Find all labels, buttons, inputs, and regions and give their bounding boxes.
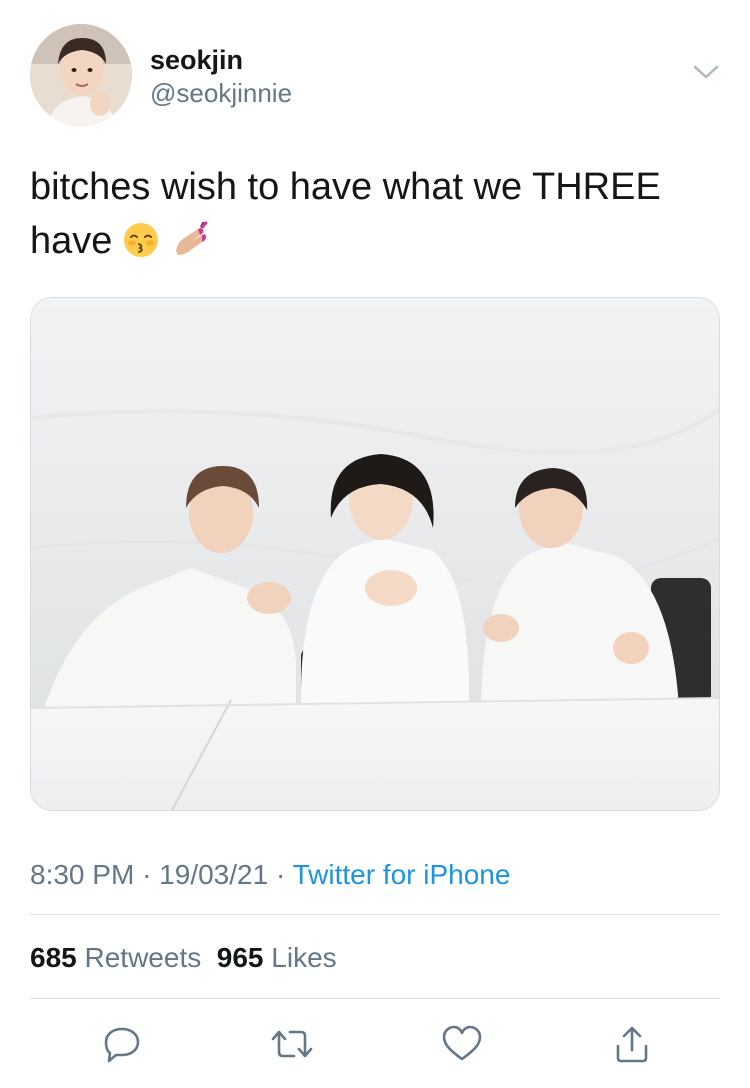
tweet-text: bitches wish to have what we THREE have xyxy=(30,160,720,274)
author-names: seokjin @seokjinnie xyxy=(150,44,292,110)
author-handle[interactable]: @seokjinnie xyxy=(150,76,292,110)
tweet-header: seokjin @seokjinnie xyxy=(30,24,720,128)
like-icon[interactable] xyxy=(436,1018,488,1070)
divider xyxy=(30,998,720,999)
retweets-stat[interactable]: 685 Retweets xyxy=(30,942,201,973)
tweet-actions xyxy=(0,1018,750,1070)
reply-icon[interactable] xyxy=(96,1018,148,1070)
retweets-label: Retweets xyxy=(84,942,202,973)
kissing-face-icon xyxy=(122,220,160,274)
tweet-source-link[interactable]: Twitter for iPhone xyxy=(293,859,511,890)
likes-label: Likes xyxy=(271,942,337,973)
tweet-date: 19/03/21 xyxy=(159,859,269,890)
tweet-detail: seokjin @seokjinnie bitches wish to have… xyxy=(0,0,750,1088)
likes-count: 965 xyxy=(216,942,264,973)
likes-stat[interactable]: 965 Likes xyxy=(217,942,337,973)
nail-polish-icon xyxy=(172,220,210,274)
tweet-stats: 685 Retweets 965 Likes xyxy=(30,938,337,978)
avatar[interactable] xyxy=(30,24,132,126)
meta-separator: · xyxy=(142,859,152,890)
avatar-photo-icon xyxy=(30,24,132,126)
divider xyxy=(30,914,720,915)
share-icon[interactable] xyxy=(606,1018,658,1070)
tweet-meta: 8:30 PM · 19/03/21 · Twitter for iPhone xyxy=(30,855,510,895)
photo-icon xyxy=(31,298,719,810)
retweets-count: 685 xyxy=(30,942,77,973)
chevron-down-icon[interactable] xyxy=(692,62,720,82)
meta-separator: · xyxy=(275,859,286,890)
tweet-time: 8:30 PM xyxy=(30,859,135,890)
author-display-name[interactable]: seokjin xyxy=(150,44,292,76)
retweet-icon[interactable] xyxy=(266,1018,318,1070)
tweet-photo[interactable] xyxy=(30,297,720,811)
